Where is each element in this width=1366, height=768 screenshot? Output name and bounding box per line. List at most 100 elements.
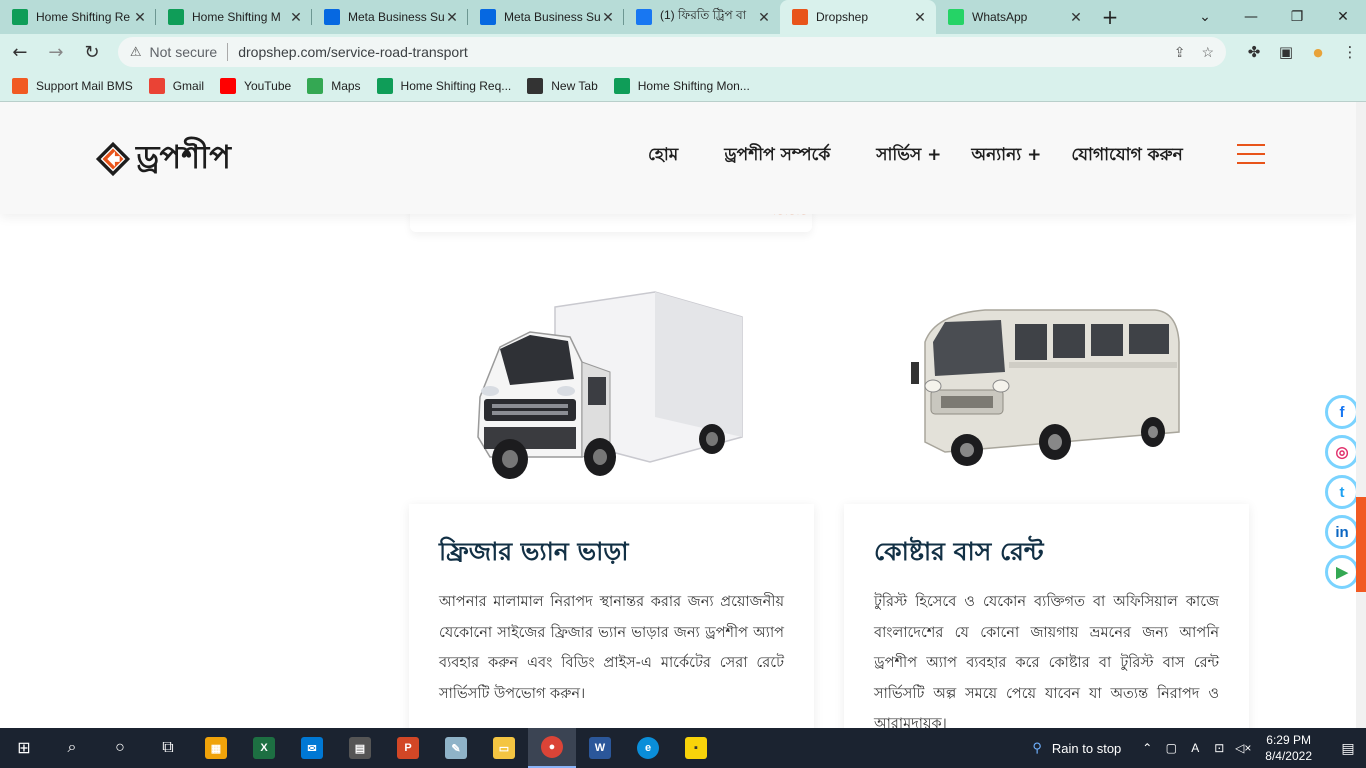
windows-taskbar: ⊞ ⌕ ○ ⧉ ▦ X ✉ ▤ P ✎ ▭ ● W e ▪ ⚲ Rain to …: [0, 728, 1366, 768]
url-text[interactable]: dropshep.com/service-road-transport: [238, 44, 1158, 60]
facebook-icon: [636, 9, 652, 25]
file-explorer-icon[interactable]: ▭: [480, 728, 528, 768]
youtube-icon: [220, 77, 237, 94]
bookmark-item[interactable]: Maps: [307, 77, 361, 94]
meet-icon[interactable]: ▢: [1159, 741, 1183, 755]
browser-tab[interactable]: Home Shifting Re ✕: [0, 0, 156, 34]
browser-tab[interactable]: WhatsApp ✕: [936, 0, 1092, 34]
extension-area: ✤ ▣ ● ⋮: [1238, 43, 1366, 61]
nav-item[interactable]: ড্রপশীপ সম্পর্কে: [724, 142, 830, 170]
instagram-icon[interactable]: ◎: [1325, 435, 1356, 469]
service-card-coaster-bus[interactable]: কোষ্টার বাস রেন্ট টুরিস্ট হিসেবে ও যেকোন…: [844, 504, 1249, 728]
service-card-freezer-van[interactable]: ফ্রিজার ভ্যান ভাড়া আপনার মালামাল নিরাপদ…: [409, 504, 814, 728]
browser-tab[interactable]: Dropshep ✕: [780, 0, 936, 34]
back-button[interactable]: ←: [4, 36, 36, 68]
tray-icons: ⌃ ▢ A ⊡ ◁×: [1135, 741, 1255, 755]
cp-icon: [12, 77, 28, 94]
side-panel-icon[interactable]: ▣: [1270, 43, 1302, 61]
browser-tab[interactable]: Home Shifting M ✕: [156, 0, 312, 34]
rain-icon: ⚲: [1032, 740, 1042, 755]
new-tab-button[interactable]: +: [1092, 0, 1128, 34]
twitter-icon[interactable]: t: [1325, 475, 1356, 509]
bookmark-label: Home Shifting Req...: [400, 78, 512, 93]
bookmark-label: New Tab: [551, 78, 598, 93]
social-links: f ◎ t in ▶: [1325, 395, 1356, 595]
notes-icon[interactable]: ✎: [432, 728, 480, 768]
calculator-icon[interactable]: ▤: [336, 728, 384, 768]
nav-item[interactable]: সার্ভিস +: [876, 142, 941, 170]
task-view-icon[interactable]: ⧉: [144, 728, 192, 768]
tab-close-icon[interactable]: ✕: [756, 9, 772, 26]
nav-item[interactable]: অন্যান্য +: [971, 142, 1041, 170]
dropshep-icon: [792, 9, 808, 25]
freezer-van-image: [477, 291, 743, 479]
browser-tab[interactable]: Meta Business Su ✕: [312, 0, 468, 34]
notification-icon[interactable]: ▤: [1330, 740, 1366, 757]
clock[interactable]: 6:29 PM 8/4/2022: [1265, 732, 1312, 764]
tab-label: (1) ফিরতি ট্রিপ বা: [660, 8, 747, 22]
edge-icon[interactable]: e: [624, 728, 672, 768]
linkedin-icon[interactable]: in: [1325, 515, 1356, 549]
network-icon[interactable]: ⊡: [1207, 741, 1231, 755]
volume-icon[interactable]: ◁×: [1231, 741, 1255, 755]
chrome-icon[interactable]: ●: [528, 728, 576, 768]
windows-start-icon[interactable]: ⊞: [0, 728, 48, 768]
restore-button[interactable]: ❐: [1274, 0, 1320, 34]
bookmark-item[interactable]: New Tab: [527, 77, 598, 94]
tab-close-icon[interactable]: ✕: [1068, 9, 1084, 26]
forward-button[interactable]: →: [40, 36, 72, 68]
share-icon[interactable]: ⇪: [1174, 44, 1186, 61]
minimize-button[interactable]: —: [1228, 0, 1274, 34]
main-navigation: হোম ড্রপশীপ সম্পর্কে সার্ভিস + অন্যান্য + যো…: [648, 142, 1229, 170]
bookmark-star-icon[interactable]: ☆: [1201, 44, 1214, 61]
keyboard-icon[interactable]: A: [1183, 741, 1207, 755]
extensions-icon[interactable]: ✤: [1238, 43, 1270, 61]
browser-tab[interactable]: Meta Business Su ✕: [468, 0, 624, 34]
menu-kebab-icon[interactable]: ⋮: [1334, 43, 1366, 61]
tab-close-icon[interactable]: ✕: [288, 9, 304, 26]
tab-close-icon[interactable]: ✕: [912, 9, 928, 26]
site-logo[interactable]: ড্রপশীপ: [94, 132, 231, 186]
sticky-notes-icon[interactable]: ▪: [672, 728, 720, 768]
page-scrollbar[interactable]: [1356, 102, 1366, 728]
globe-icon: [527, 77, 544, 94]
bookmark-item[interactable]: Support Mail BMS: [12, 77, 133, 94]
service-title: ফ্রিজার ভ্যান ভাড়া: [439, 537, 629, 566]
bookmark-item[interactable]: YouTube: [220, 77, 291, 94]
nav-item[interactable]: হোম: [648, 142, 678, 170]
site-header: ড্রপশীপ হোম ড্রপশীপ সম্পর্কে সার্ভিস + অন্য…: [0, 102, 1356, 214]
tab-close-icon[interactable]: ✕: [444, 9, 460, 26]
bookmark-item[interactable]: Home Shifting Req...: [376, 77, 512, 94]
weather-widget[interactable]: ⚲ Rain to stop: [1032, 740, 1121, 756]
tab-close-icon[interactable]: ✕: [132, 9, 148, 26]
google-play-icon[interactable]: ▶: [1325, 555, 1356, 589]
facebook-icon[interactable]: f: [1325, 395, 1356, 429]
powerpoint-icon[interactable]: P: [384, 728, 432, 768]
store-icon[interactable]: ▦: [192, 728, 240, 768]
reload-button[interactable]: ↻: [76, 36, 108, 68]
word-icon[interactable]: W: [576, 728, 624, 768]
close-window-button[interactable]: ✕: [1320, 0, 1366, 34]
bookmark-item[interactable]: Gmail: [148, 77, 204, 94]
search-icon[interactable]: ⌕: [48, 728, 96, 768]
scrollbar-thumb[interactable]: [1356, 497, 1366, 592]
nav-item[interactable]: যোগাযোগ করুন: [1071, 142, 1182, 170]
profile-avatar[interactable]: ●: [1302, 46, 1334, 59]
browser-tab[interactable]: (1) ফিরতি ট্রিপ বা ✕: [624, 0, 780, 34]
chevron-up-icon[interactable]: ⌃: [1135, 741, 1159, 755]
tab-search-icon[interactable]: ⌄: [1182, 0, 1228, 34]
meta-icon: [324, 9, 340, 25]
address-bar[interactable]: ⚠ Not secure dropshep.com/service-road-t…: [117, 37, 1227, 67]
hamburger-menu-icon[interactable]: [1237, 144, 1265, 171]
cortana-icon[interactable]: ○: [96, 728, 144, 768]
mail-icon[interactable]: ✉: [288, 728, 336, 768]
bookmark-item[interactable]: Home Shifting Mon...: [613, 77, 750, 94]
address-toolbar: ← → ↻ ⚠ Not secure dropshep.com/service-…: [0, 34, 1366, 70]
clock-date: 8/4/2022: [1265, 749, 1312, 763]
gmail-icon: [148, 77, 165, 94]
excel-icon[interactable]: X: [240, 728, 288, 768]
warning-icon[interactable]: ⚠: [130, 44, 142, 60]
tab-close-icon[interactable]: ✕: [600, 9, 616, 26]
sheets-icon: [376, 77, 393, 94]
service-description: আপনার মালামাল নিরাপদ স্থানান্তর করার জন্…: [439, 594, 784, 702]
